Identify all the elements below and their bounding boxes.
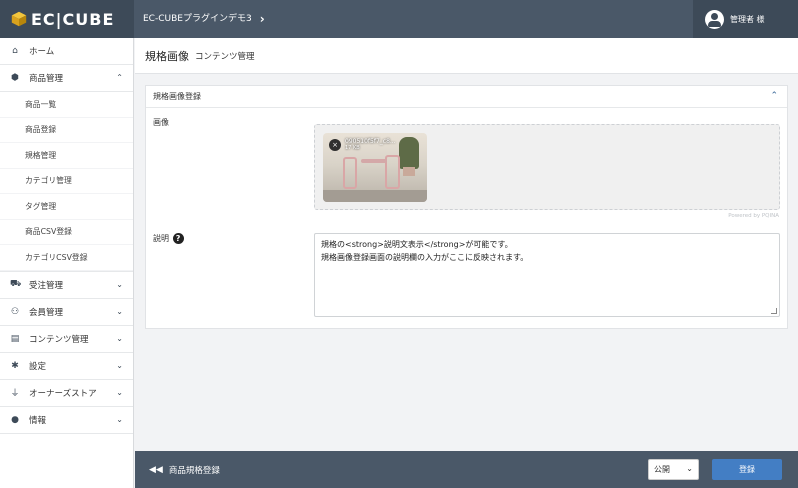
chevron-up-icon: ⌃: [116, 73, 123, 82]
powered-by-text[interactable]: Powered by PQINA: [728, 213, 779, 219]
user-menu[interactable]: 管理者 様: [693, 0, 798, 38]
shop-name-link[interactable]: EC-CUBEプラグインデモ3 ›: [143, 0, 265, 38]
description-line: 規格画像登録画面の説明欄の入力がここに反映されます。: [321, 253, 529, 262]
status-select[interactable]: 公開 ⌄: [648, 459, 699, 480]
back-label: 商品規格登録: [168, 465, 220, 476]
page-subtitle: コンテンツ管理: [195, 51, 255, 62]
chevron-down-icon: ⌄: [116, 333, 123, 343]
sidebar-item-info[interactable]: ● 情報 ⌄: [0, 407, 133, 434]
sidebar-subitem-category-management[interactable]: カテゴリ管理: [0, 169, 133, 194]
shop-name: EC-CUBEプラグインデモ3: [143, 14, 252, 24]
thumb-table: [361, 159, 387, 163]
sidebar: ⌂ ホーム ⬢ 商品管理 ⌃ 商品一覧 商品登録 規格管理 カテゴリ管理 タグ管…: [0, 38, 134, 488]
sidebar-item-settings[interactable]: ✱ 設定 ⌄: [0, 353, 133, 380]
page-title-bar: 規格画像 コンテンツ管理: [135, 38, 798, 74]
chevron-down-icon: ⌄: [116, 279, 123, 289]
plug-icon: ⏚: [10, 389, 20, 399]
collapse-icon[interactable]: ⌃: [770, 91, 778, 101]
products-submenu: 商品一覧 商品登録 規格管理 カテゴリ管理 タグ管理 商品CSV登録 カテゴリC…: [0, 92, 133, 272]
sidebar-item-label: 会員管理: [29, 307, 64, 318]
thumb-pot: [403, 167, 415, 176]
users-icon: ⚇: [10, 306, 20, 317]
image-file-size: 17 KB: [345, 145, 360, 151]
info-icon: ●: [11, 414, 19, 425]
sidebar-subitem-tag-management[interactable]: タグ管理: [0, 194, 133, 220]
logo[interactable]: EC|CUBE: [0, 0, 134, 38]
sidebar-subitem-product-register[interactable]: 商品登録: [0, 118, 133, 143]
description-label-text: 説明: [153, 234, 169, 243]
sidebar-item-label: 受注管理: [29, 280, 64, 291]
logo-text: EC|CUBE: [31, 9, 115, 29]
status-value: 公開: [654, 465, 670, 474]
description-label: 説明 ?: [153, 233, 184, 244]
cube-logo-icon: [11, 11, 27, 27]
chevron-right-icon: ›: [259, 12, 265, 26]
remove-image-icon[interactable]: ×: [329, 139, 341, 151]
footer-bar: ◀◀ 商品規格登録 公開 ⌄ 登録: [135, 451, 798, 488]
sidebar-item-label: オーナーズストア: [29, 388, 97, 399]
card-title: 規格画像登録: [153, 92, 201, 101]
chevron-down-icon: ⌄: [686, 464, 693, 473]
sidebar-item-owners-store[interactable]: ⏚ オーナーズストア ⌄: [0, 380, 133, 407]
cart-icon: ⛟: [10, 279, 22, 289]
image-label: 画像: [153, 118, 169, 127]
home-icon: ⌂: [12, 46, 18, 56]
page-title: 規格画像: [145, 49, 189, 63]
sidebar-subitem-product-list[interactable]: 商品一覧: [0, 92, 133, 118]
sidebar-subitem-class-management[interactable]: 規格管理: [0, 143, 133, 169]
double-chevron-left-icon: ◀◀: [149, 464, 163, 475]
gear-icon: ✱: [11, 360, 19, 371]
image-dropzone[interactable]: × 090510f5f7_c8... 17 KB: [314, 124, 780, 210]
cube-icon: ⬢: [11, 73, 19, 83]
sidebar-item-label: コンテンツ管理: [29, 334, 89, 345]
file-icon: ▤: [10, 333, 20, 344]
sidebar-item-home[interactable]: ⌂ ホーム: [0, 38, 133, 65]
image-file-name: 090510f5f7_c8...: [345, 138, 396, 145]
sidebar-subitem-category-csv[interactable]: カテゴリCSV登録: [0, 245, 133, 271]
save-button[interactable]: 登録: [712, 459, 782, 480]
sidebar-item-label: ホーム: [29, 47, 55, 57]
chevron-down-icon: ⌄: [116, 387, 123, 397]
sidebar-item-label: 商品管理: [29, 74, 64, 84]
class-image-card: 規格画像登録 ⌃ 画像 × 090510f5f7_c8... 17 KB Pow…: [145, 85, 788, 329]
sidebar-subitem-product-csv[interactable]: 商品CSV登録: [0, 220, 133, 245]
thumb-floor: [323, 190, 427, 202]
user-avatar-icon: [705, 9, 724, 29]
sidebar-item-products[interactable]: ⬢ 商品管理 ⌃: [0, 65, 133, 92]
sidebar-item-contents[interactable]: ▤ コンテンツ管理 ⌄: [0, 326, 133, 353]
resize-handle[interactable]: [771, 308, 777, 314]
top-header: EC|CUBE EC-CUBEプラグインデモ3 › 管理者 様: [0, 0, 798, 38]
description-line: 規格の<strong>説明文表示</strong>が可能です。: [321, 240, 513, 249]
back-to-product-class-link[interactable]: ◀◀ 商品規格登録: [149, 451, 220, 488]
chevron-down-icon: ⌄: [116, 360, 123, 370]
card-header: 規格画像登録 ⌃: [146, 86, 787, 108]
thumb-chair: [343, 157, 357, 189]
thumb-plant: [399, 137, 419, 169]
sidebar-item-customers[interactable]: ⚇ 会員管理 ⌄: [0, 299, 133, 326]
chevron-down-icon: ⌄: [116, 414, 123, 424]
thumb-chair: [385, 155, 400, 189]
sidebar-item-label: 設定: [29, 361, 47, 372]
description-textarea[interactable]: 規格の<strong>説明文表示</strong>が可能です。 規格画像登録画面…: [314, 233, 780, 317]
sidebar-item-orders[interactable]: ⛟ 受注管理 ⌄: [0, 272, 133, 299]
chevron-down-icon: ⌄: [116, 306, 123, 316]
user-name: 管理者 様: [730, 14, 765, 24]
image-thumbnail: × 090510f5f7_c8... 17 KB: [323, 133, 427, 202]
sidebar-item-label: 情報: [29, 415, 47, 426]
help-icon[interactable]: ?: [172, 233, 184, 244]
